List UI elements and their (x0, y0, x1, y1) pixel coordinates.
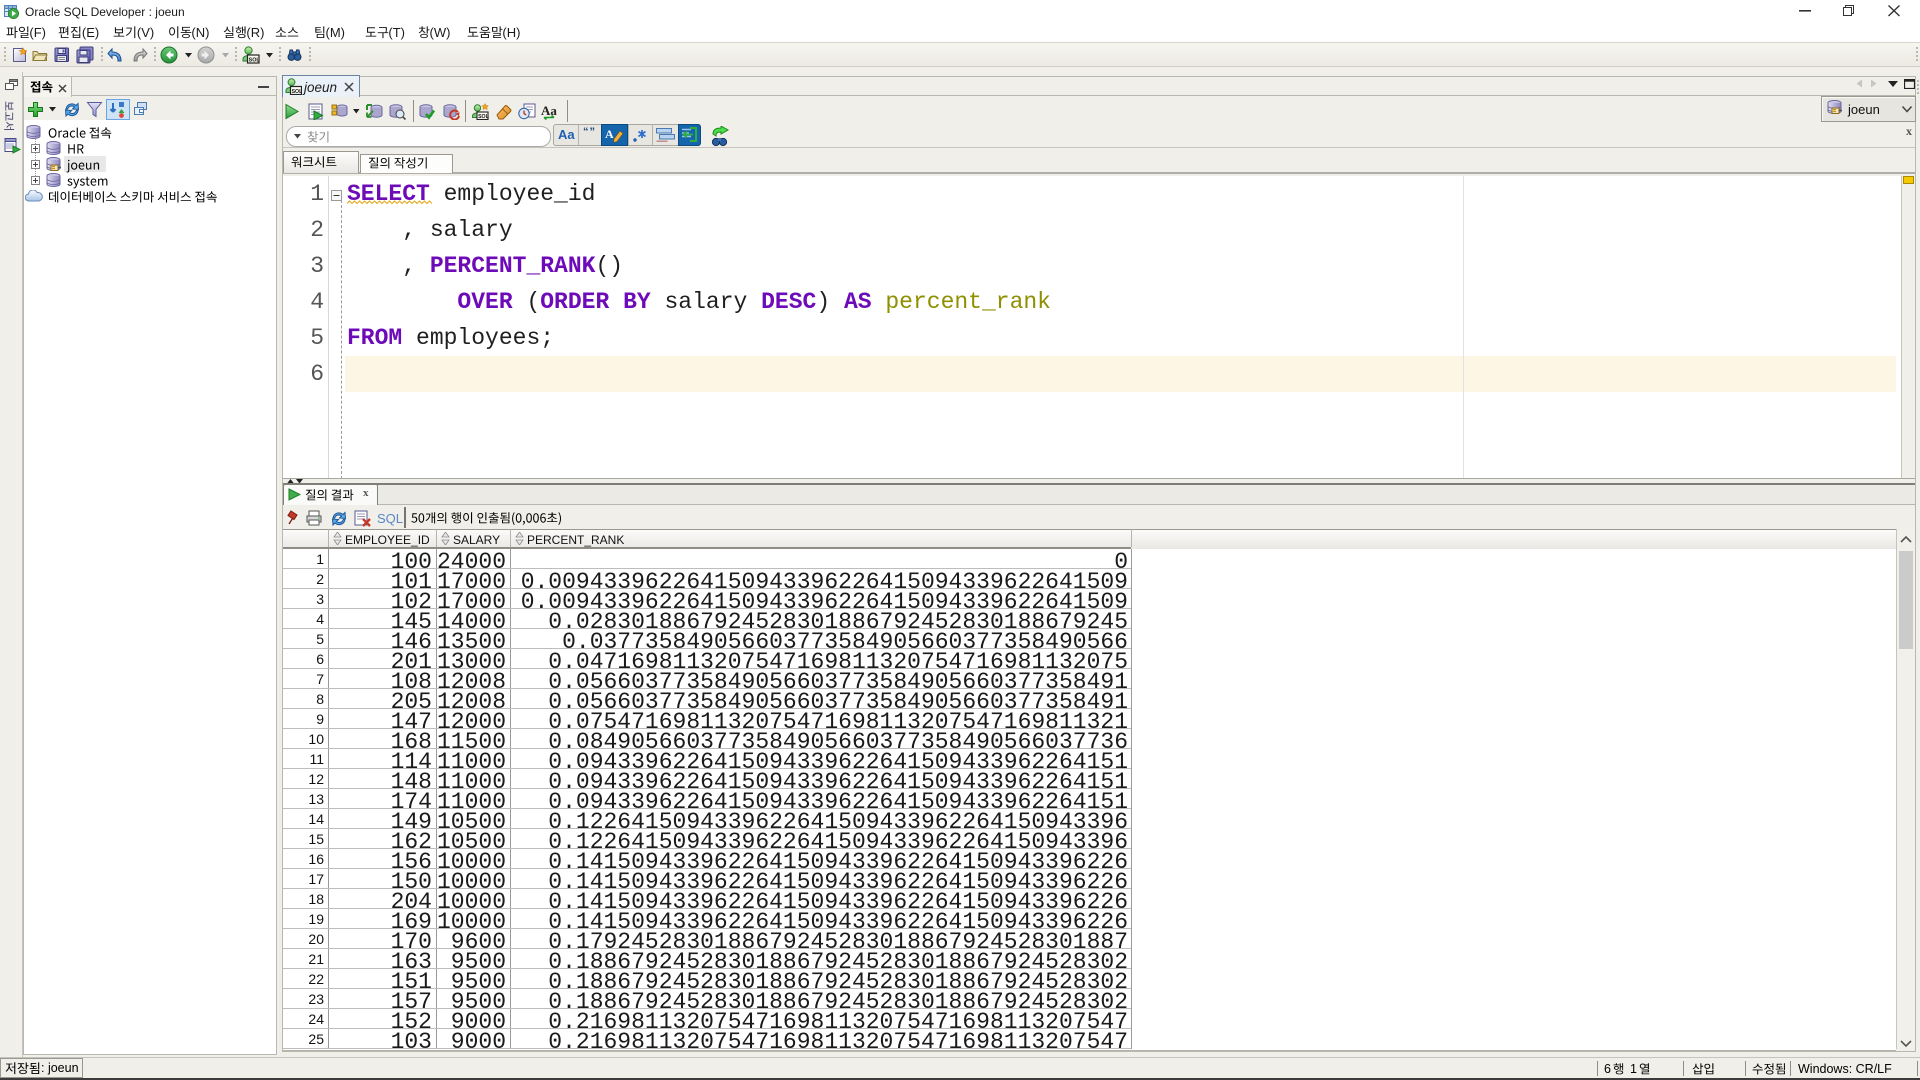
svg-text:A: A (605, 127, 614, 141)
svg-text:SOL: SOL (478, 114, 489, 120)
svg-text:SOL: SOL (249, 57, 260, 63)
svg-text:SOL: SOL (292, 89, 302, 95)
svg-text:Aa: Aa (541, 103, 557, 118)
